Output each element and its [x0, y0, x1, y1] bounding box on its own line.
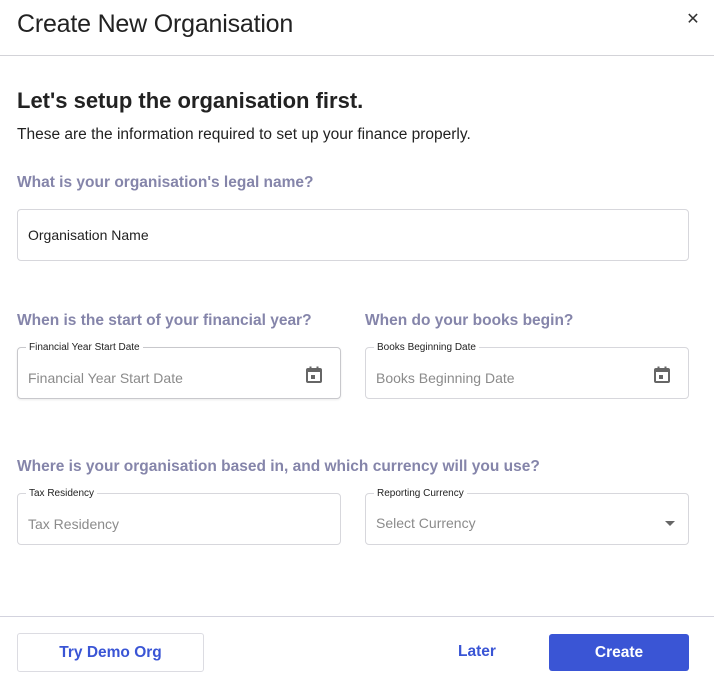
create-button[interactable]: Create: [549, 634, 689, 671]
financial-year-start-date-field[interactable]: Financial Year Start Date Financial Year…: [17, 342, 341, 399]
try-demo-org-button[interactable]: Try Demo Org: [17, 633, 204, 672]
dialog-header: Create New Organisation ✕: [0, 0, 714, 56]
books-beginning-date-field[interactable]: Books Beginning Date Books Beginning Dat…: [365, 342, 689, 399]
tax-residency-placeholder: Tax Residency: [28, 516, 120, 532]
books-beginning-placeholder: Books Beginning Date: [376, 370, 515, 386]
books-beginning-label: Books Beginning Date: [374, 342, 479, 353]
chevron-down-icon[interactable]: [665, 521, 675, 526]
section-subtitle: These are the information required to se…: [17, 126, 471, 143]
dialog-title: Create New Organisation: [17, 10, 294, 38]
location-question: Where is your organisation based in, and…: [17, 458, 540, 475]
section-heading: Let's setup the organisation first.: [17, 88, 364, 113]
calendar-icon[interactable]: [654, 366, 670, 383]
calendar-icon[interactable]: [306, 366, 322, 383]
reporting-currency-placeholder: Select Currency: [376, 515, 476, 531]
financial-year-placeholder: Financial Year Start Date: [28, 370, 183, 386]
financial-year-label: Financial Year Start Date: [26, 342, 143, 353]
financial-year-question: When is the start of your financial year…: [17, 312, 312, 329]
later-button[interactable]: Later: [447, 633, 507, 672]
reporting-currency-select[interactable]: Reporting Currency Select Currency: [365, 488, 689, 545]
legal-name-question: What is your organisation's legal name?: [17, 174, 314, 191]
organisation-name-input[interactable]: Organisation Name: [17, 209, 689, 261]
books-begin-question: When do your books begin?: [365, 312, 574, 329]
organisation-name-value: Organisation Name: [28, 227, 149, 243]
reporting-currency-label: Reporting Currency: [374, 488, 467, 499]
tax-residency-label: Tax Residency: [26, 488, 98, 499]
tax-residency-field[interactable]: Tax Residency Tax Residency: [17, 488, 341, 545]
footer-divider: [0, 616, 714, 617]
close-icon[interactable]: ✕: [684, 10, 702, 30]
